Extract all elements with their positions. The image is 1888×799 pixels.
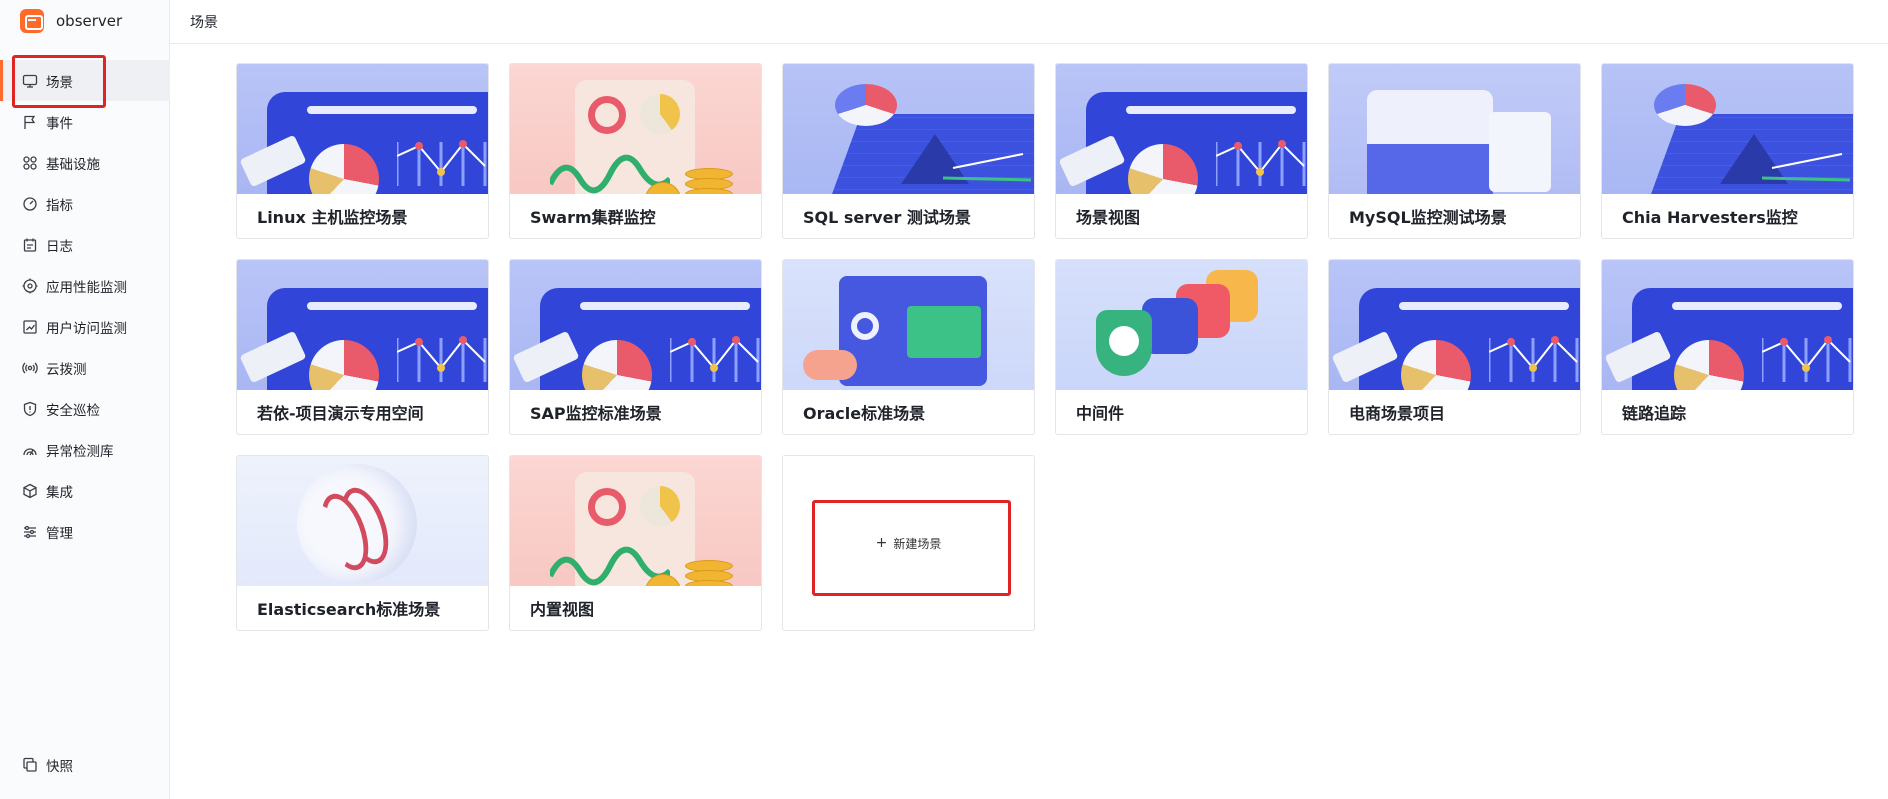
scene-thumbnail [237,456,488,586]
sidebar-item-rum[interactable]: 用户访问监测 [0,306,170,347]
shield-icon [22,401,38,417]
scene-card[interactable]: 内置视图 [509,455,762,631]
scene-card[interactable]: SAP监控标准场景 [509,259,762,435]
scene-thumbnail [783,260,1034,390]
scene-thumbnail [1329,260,1580,390]
sidebar-item-label: 快照 [46,758,73,775]
plus-icon: + [875,535,888,551]
scene-thumbnail [1329,64,1580,194]
sidebar-item-snapshot[interactable]: 快照 [0,744,170,785]
sidebar-item-label: 安全巡检 [46,402,100,419]
sidebar-item-events[interactable]: 事件 [0,101,170,142]
new-scene-label: 新建场景 [893,536,942,551]
sidebar-item-management[interactable]: 管理 [0,511,170,552]
sidebar-item-label: 应用性能监测 [46,279,127,296]
scene-title: 内置视图 [530,600,595,619]
sidebar-item-scenes[interactable]: 场景 [0,60,170,101]
scene-card[interactable]: 若依-项目演示专用空间 [236,259,489,435]
sidebar-item-label: 集成 [46,484,73,501]
grid-icon [22,155,38,171]
new-scene-card[interactable]: + 新建场景 [782,455,1035,631]
scene-title: 场景视图 [1076,208,1141,227]
sidebar-item-apm[interactable]: 应用性能监测 [0,265,170,306]
scene-title: 中间件 [1076,404,1125,423]
sidebar: observer 场景 事件 基础设施 指标 日志 应用性能监测 用户访问监测 … [0,0,170,799]
sidebar-nav: 场景 事件 基础设施 指标 日志 应用性能监测 用户访问监测 云拨测 安全巡检 … [0,60,170,552]
sidebar-item-dialtesting[interactable]: 云拨测 [0,347,170,388]
brand[interactable]: observer [20,8,122,34]
scene-thumbnail [510,456,761,586]
scene-card[interactable]: Linux 主机监控场景 [236,63,489,239]
sidebar-item-label: 管理 [46,525,73,542]
chart-icon [22,319,38,335]
cube-icon [22,483,38,499]
scene-card[interactable]: MySQL监控测试场景 [1328,63,1581,239]
scene-thumbnail [1602,260,1853,390]
sliders-icon [22,524,38,540]
sidebar-item-security[interactable]: 安全巡检 [0,388,170,429]
scene-title: Swarm集群监控 [530,208,656,227]
sidebar-item-label: 事件 [46,115,73,132]
scene-card[interactable]: 场景视图 [1055,63,1308,239]
app-name: observer [56,12,123,30]
sidebar-item-metrics[interactable]: 指标 [0,183,170,224]
sidebar-item-label: 用户访问监测 [46,320,127,337]
sidebar-item-label: 异常检测库 [46,443,114,460]
sidebar-item-label: 指标 [46,197,73,214]
flag-icon [22,114,38,130]
scene-thumbnail [1602,64,1853,194]
scene-thumbnail [510,64,761,194]
scene-title: 电商场景项目 [1349,404,1446,423]
scene-title: 若依-项目演示专用空间 [257,404,424,423]
scene-title: MySQL监控测试场景 [1349,208,1507,227]
scene-thumbnail [783,64,1034,194]
new-scene-button[interactable]: + 新建场景 [876,535,942,552]
sidebar-item-label: 基础设施 [46,156,100,173]
sidebar-item-anomaly[interactable]: 异常检测库 [0,429,170,470]
signal-icon [22,360,38,376]
calendar-icon [22,237,38,253]
sidebar-item-label: 日志 [46,238,73,255]
observer-logo-icon [20,9,44,33]
sidebar-bottom: 快照 [0,744,170,785]
scene-thumbnail [237,64,488,194]
scene-title: Chia Harvesters监控 [1622,208,1798,227]
scene-card[interactable]: 链路追踪 [1601,259,1854,435]
scene-title: Elasticsearch标准场景 [257,600,441,619]
sidebar-item-integration[interactable]: 集成 [0,470,170,511]
radar-icon [22,442,38,458]
target-icon [22,278,38,294]
sidebar-item-infrastructure[interactable]: 基础设施 [0,142,170,183]
scene-title: SAP监控标准场景 [530,404,662,423]
scene-grid: Linux 主机监控场景 Swarm集群监控 SQL server 测试场景 场… [236,63,1854,631]
scene-thumbnail [237,260,488,390]
scene-card[interactable]: Elasticsearch标准场景 [236,455,489,631]
scene-title: Oracle标准场景 [803,404,926,423]
page-title: 场景 [190,14,218,31]
scene-thumbnail [1056,64,1307,194]
top-bar: 场景 [170,0,1888,44]
scene-title: Linux 主机监控场景 [257,208,408,227]
scene-card[interactable]: 中间件 [1055,259,1308,435]
sidebar-item-label: 场景 [46,74,73,91]
scene-card[interactable]: Swarm集群监控 [509,63,762,239]
monitor-icon [22,73,38,89]
scene-thumbnail [1056,260,1307,390]
copy-icon [22,757,38,773]
sidebar-item-label: 云拨测 [46,361,87,378]
scene-title: 链路追踪 [1622,404,1687,423]
scene-title: SQL server 测试场景 [803,208,971,227]
scene-card[interactable]: Chia Harvesters监控 [1601,63,1854,239]
scene-card[interactable]: 电商场景项目 [1328,259,1581,435]
scene-card[interactable]: Oracle标准场景 [782,259,1035,435]
scene-card[interactable]: SQL server 测试场景 [782,63,1035,239]
gauge-icon [22,196,38,212]
sidebar-item-logs[interactable]: 日志 [0,224,170,265]
scene-thumbnail [510,260,761,390]
